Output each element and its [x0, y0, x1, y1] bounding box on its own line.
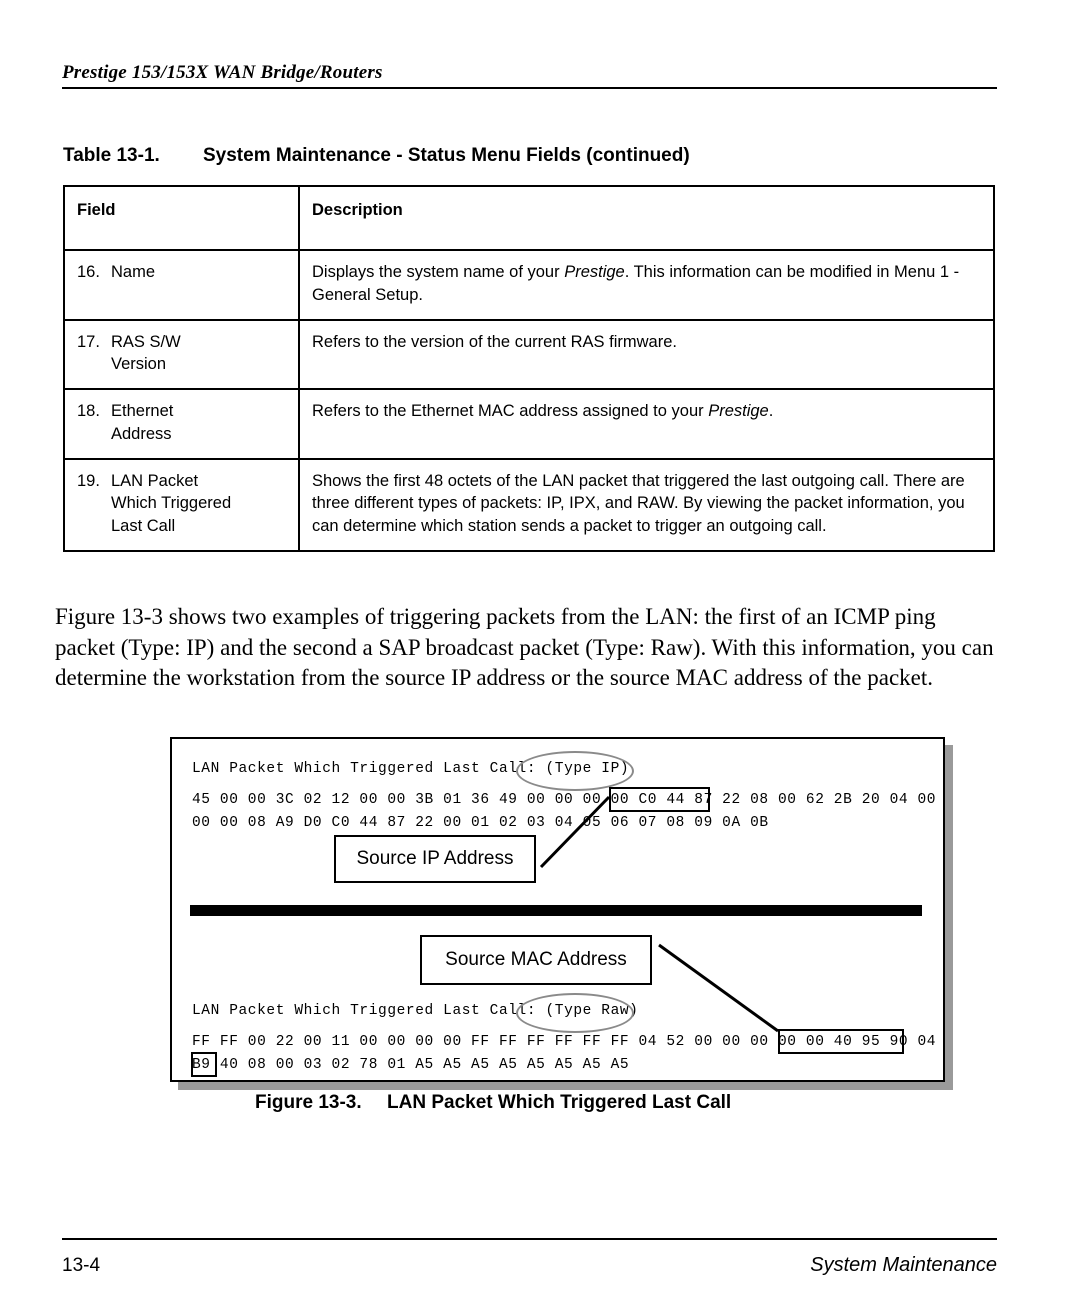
- body-paragraph: Figure 13-3 shows two examples of trigge…: [55, 604, 994, 691]
- table-caption-title: System Maintenance - Status Menu Fields …: [203, 145, 690, 166]
- row-number: 19.: [77, 471, 100, 490]
- footer-section-name: System Maintenance: [810, 1254, 997, 1276]
- figure-caption-title: LAN Packet Which Triggered Last Call: [387, 1092, 732, 1113]
- header-rule: [62, 87, 997, 89]
- row-number: 18.: [77, 402, 100, 421]
- table-row: 16. Name Displays the system name of your…: [63, 249, 995, 321]
- page-footer: 13-4 System Maintenance: [62, 1238, 997, 1277]
- description-text-post: .: [768, 402, 774, 421]
- row-number: 16.: [77, 263, 100, 281]
- row-number: 17.: [77, 332, 100, 351]
- figure-13-3: LAN Packet Which Triggered Last Call: (T…: [170, 737, 953, 1090]
- figure-caption-number: Figure 13-3.: [255, 1092, 362, 1113]
- table-row: 18. Ethernet Address Refers to the Etherne…: [63, 388, 995, 460]
- leader-line-ip: [539, 795, 611, 869]
- row-description-cell: Refers to the version of the current RAS…: [298, 318, 995, 391]
- row-description-cell: Shows the first 48 octets of the LAN pac…: [298, 457, 995, 552]
- status-menu-fields-table: Field Description 16. Name Displays the s…: [63, 185, 995, 552]
- row-field-name-continued: Which Triggered Last Call: [111, 494, 232, 536]
- description-text-pre: Shows the first 48 octets of the LAN pac…: [312, 471, 965, 536]
- page-number: 13-4: [62, 1255, 101, 1276]
- figure-leader-lines: [539, 795, 779, 1033]
- table-caption: Table 13-1. System Maintenance - Status M…: [63, 145, 690, 167]
- callout-source-ip-address: Source IP Address: [334, 835, 536, 883]
- row-field-name-continued: Address: [111, 424, 172, 443]
- description-emphasis: Prestige: [564, 263, 625, 281]
- page-header: Prestige 153/153X WAN Bridge/Routers: [62, 62, 997, 89]
- row-field-cell: 17. RAS S/W Version: [63, 318, 300, 391]
- description-text-pre: Refers to the Ethernet MAC address assig…: [312, 402, 709, 421]
- figure-frame: LAN Packet Which Triggered Last Call: (T…: [170, 737, 945, 1082]
- description-text-pre: Refers to the version of the current RAS…: [312, 332, 677, 351]
- row-field-name: Name: [111, 263, 156, 281]
- row-field-cell: 19. LAN Packet Which Triggered Last Call: [63, 457, 300, 552]
- row-field-cell: 16. Name: [63, 249, 300, 321]
- row-field-name-continued: Version: [111, 355, 167, 374]
- column-header-field: Field: [63, 185, 300, 251]
- table-header-row: Field Description: [63, 185, 995, 251]
- callout-source-mac-address: Source MAC Address: [420, 935, 652, 985]
- row-description-cell: Displays the system name of your Prestig…: [298, 249, 995, 321]
- description-emphasis: Prestige: [708, 402, 769, 421]
- figure-caption: Figure 13-3. LAN Packet Which Triggered L…: [255, 1092, 731, 1114]
- table-row: 17. RAS S/W Version Refers to the version …: [63, 318, 995, 391]
- running-header-title: Prestige 153/153X WAN Bridge/Routers: [62, 62, 383, 83]
- table-caption-number: Table 13-1.: [63, 145, 160, 166]
- description-text-pre: Displays the system name of your: [312, 263, 565, 281]
- row-field-cell: 18. Ethernet Address: [63, 388, 300, 460]
- row-description-cell: Refers to the Ethernet MAC address assig…: [298, 388, 995, 460]
- row-field-name: RAS S/W: [111, 332, 181, 351]
- leader-line-mac: [658, 943, 779, 1033]
- column-header-description: Description: [298, 185, 995, 251]
- row-field-name: LAN Packet: [111, 471, 199, 490]
- table-row: 19. LAN Packet Which Triggered Last Call S…: [63, 457, 995, 552]
- row-field-name: Ethernet: [111, 402, 174, 421]
